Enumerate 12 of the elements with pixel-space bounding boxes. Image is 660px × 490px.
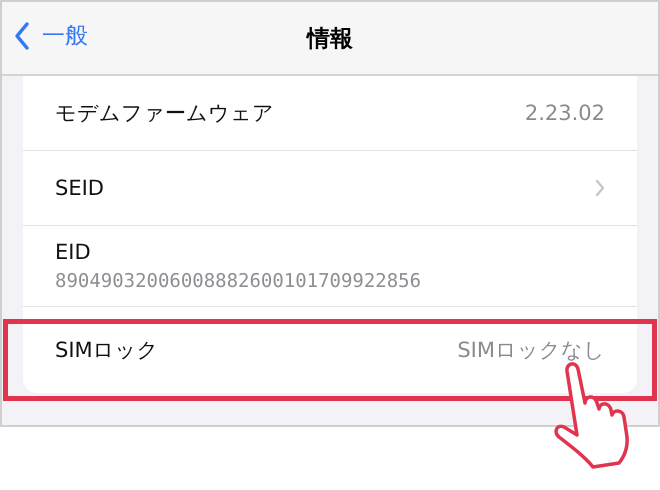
row-label: EID [55,240,91,264]
row-label: SEID [55,176,104,200]
list-row[interactable]: SEID [23,151,637,226]
row-value: 89049032006008882600101709922856 [55,270,422,292]
back-button[interactable]: 一般 [14,20,88,51]
row-value: 2.23.02 [524,101,605,125]
row-label: SIMロック [55,337,159,364]
row-label: モデムファームウェア [55,100,274,127]
row-value: SIMロックなし [457,337,605,364]
back-chevron-icon [14,20,30,50]
screen-title: 情報 [307,24,353,54]
chevron-icon [595,179,605,197]
